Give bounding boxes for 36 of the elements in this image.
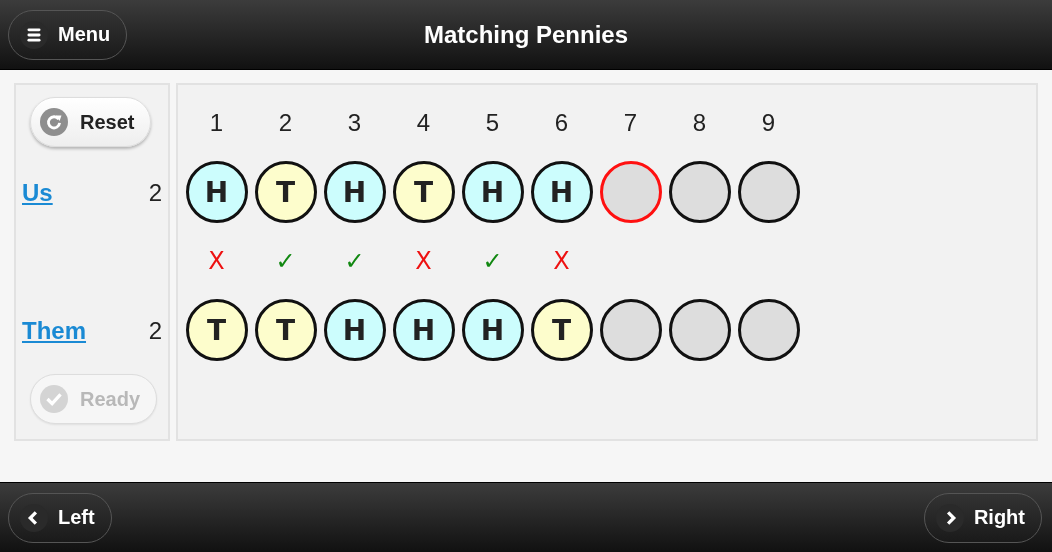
- result-mark: X: [415, 247, 432, 275]
- coin[interactable]: T: [254, 161, 317, 223]
- round-number: 9: [761, 108, 776, 138]
- refresh-icon: [40, 108, 68, 136]
- coin: H: [323, 299, 386, 361]
- menu-button[interactable]: Menu: [8, 9, 128, 60]
- left-button[interactable]: Left: [8, 492, 112, 543]
- coin: H: [392, 299, 455, 361]
- round-number: 6: [554, 108, 569, 138]
- coin[interactable]: T: [392, 161, 455, 223]
- coin: T: [254, 299, 317, 361]
- coin: H: [461, 299, 524, 361]
- round-number: 3: [347, 108, 362, 138]
- check-icon: [40, 385, 68, 413]
- coin[interactable]: H: [530, 161, 593, 223]
- coin[interactable]: H: [461, 161, 524, 223]
- round-number: 5: [485, 108, 500, 138]
- result-mark: ✓: [482, 247, 503, 275]
- round-number: 4: [416, 108, 431, 138]
- coin: T: [530, 299, 593, 361]
- result-mark: ✓: [344, 247, 365, 275]
- result-mark: ✓: [275, 247, 296, 275]
- reset-button[interactable]: Reset: [30, 97, 152, 147]
- round-number: 7: [623, 108, 638, 138]
- round-number: 2: [278, 108, 293, 138]
- round-number: 8: [692, 108, 707, 138]
- page-title: Matching Pennies: [424, 20, 628, 49]
- coin: T: [185, 299, 248, 361]
- result-mark: X: [553, 247, 570, 275]
- player-score: 2: [148, 317, 162, 345]
- result-mark: X: [208, 247, 225, 275]
- coin[interactable]: H: [323, 161, 386, 223]
- player-score: 2: [148, 179, 162, 207]
- round-number: 1: [209, 108, 224, 138]
- right-button[interactable]: Right: [923, 492, 1042, 543]
- coin[interactable]: H: [185, 161, 248, 223]
